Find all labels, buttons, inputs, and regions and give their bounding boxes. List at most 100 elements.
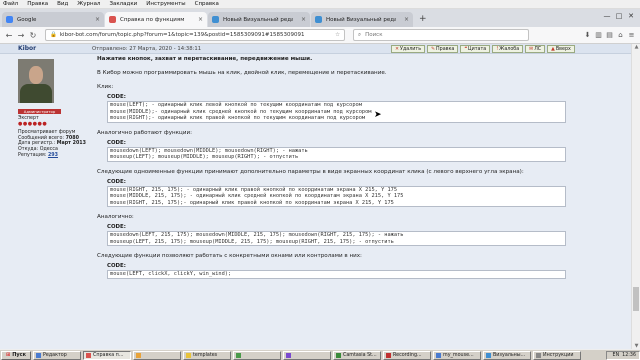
analog-text: Аналогично: (97, 214, 134, 220)
rep-label: Репутация: (18, 152, 47, 158)
address-bar[interactable]: 🔒 kibor-bot.com/forum/topic.php?forum=1&… (45, 29, 345, 41)
search-input[interactable]: ⌕ Поиск (353, 29, 529, 41)
user-panel: Администратор Эксперт ●●●●●● Просматрива… (0, 54, 90, 349)
scroll-up-icon[interactable]: ▲ (632, 44, 640, 50)
close-tab-icon[interactable]: × (404, 16, 409, 23)
taskbar-button[interactable]: Редактор (33, 350, 82, 360)
post-action-button[interactable]: ▲ Вверх (547, 45, 575, 53)
menu-item[interactable]: Журнал (77, 1, 100, 7)
forward-button[interactable]: → (15, 31, 27, 40)
post-action-icon: ✎ (431, 46, 436, 52)
taskbar-button[interactable]: Camtasia St... (333, 350, 382, 360)
downloads-icon[interactable]: ⬇ (582, 31, 593, 39)
search-placeholder: Поиск (365, 32, 383, 38)
post-action-button[interactable]: ! Жалоба (492, 45, 524, 53)
url-text: kibor-bot.com/forum/topic.php?forum=1&to… (59, 32, 305, 38)
app-icon (436, 352, 442, 358)
minimize-button[interactable]: — (601, 12, 613, 20)
tab-label: Google (17, 16, 37, 23)
taskbar-button[interactable]: Справка п... (83, 350, 132, 360)
page-scrollbar[interactable]: ▲ ▼ (631, 44, 640, 349)
code-block: mousedown(LEFT); mousedown(MIDDLE); mous… (107, 146, 566, 162)
taskbar-button[interactable] (233, 350, 282, 360)
post-date: Отправлено: 27 Марта, 2020 - 14:38:11 (92, 45, 202, 52)
taskbar-button[interactable]: Recording... (383, 350, 432, 360)
menu-item[interactable]: Закладки (109, 1, 137, 7)
home-button[interactable]: ⌂ (615, 31, 626, 39)
menu-item[interactable]: Инструменты (146, 1, 185, 7)
close-tab-icon[interactable]: × (301, 16, 306, 23)
close-tab-icon[interactable]: × (198, 16, 203, 23)
taskbar-button[interactable] (133, 350, 182, 360)
browser-tab[interactable]: Справка по функциям × (105, 12, 207, 27)
close-tab-icon[interactable]: × (95, 16, 100, 23)
reload-button[interactable]: ↻ (27, 31, 39, 40)
clock: 12:36 (622, 352, 636, 358)
rank-stars: ●●●●●● (18, 120, 48, 127)
taskbar-button[interactable] (283, 350, 332, 360)
reg-date: Март 2013 (56, 141, 86, 147)
app-icon (86, 352, 92, 358)
bookmark-star-icon[interactable]: ☆ (335, 32, 340, 38)
post-action-label: Вверх (555, 46, 571, 52)
windows-text: Следующие функции позволяют работать с к… (97, 253, 362, 259)
post-heading: Нажатие кнопок, захват и перетаскивание,… (97, 56, 313, 62)
taskbar-button[interactable]: templates (183, 350, 232, 360)
browser-tab[interactable]: Новый Визуальный редактор кл × (208, 12, 310, 27)
post-action-button[interactable]: ✎ Правка (427, 45, 459, 53)
analog-text: Аналогично работают функции: (97, 129, 193, 136)
language-indicator[interactable]: EN (613, 353, 620, 358)
menu-item[interactable]: Правка (27, 1, 48, 7)
menu-item[interactable]: Файл (3, 1, 18, 7)
browser-tab[interactable]: Новый Визуальный редактор кл × (311, 12, 413, 27)
taskbar: ⊞ Пуск Редактор Справка п... templates Camt… (0, 349, 640, 360)
tab-label: Новый Визуальный редактор кл (223, 16, 293, 23)
close-window-button[interactable]: ✕ (625, 12, 637, 20)
tab-label: Новый Визуальный редактор кл (326, 16, 396, 23)
code-block: mouse(LEFT, clickX, clickY, win_wind); (107, 270, 566, 279)
scrollbar-thumb[interactable] (633, 287, 639, 311)
app-icon (536, 352, 542, 358)
code-block: mouse(RIGHT, 215, 175); - одинарный клик… (107, 185, 566, 207)
menu-item[interactable]: Вид (57, 1, 68, 7)
post-header: Kibor Отправлено: 27 Марта, 2020 - 14:38… (0, 44, 631, 54)
avatar (18, 59, 54, 103)
taskbar-button[interactable]: Инструкции (533, 350, 582, 360)
sidebar-icon[interactable]: ▤ (604, 31, 615, 39)
code-line: mouseup(LEFT); mouseup(MIDDLE); mouseup(… (110, 154, 299, 160)
menu-icon[interactable]: ≡ (626, 31, 637, 39)
browser-tab[interactable]: Google × (2, 12, 104, 27)
lock-icon: 🔒 (50, 32, 57, 38)
taskbar-label: Camtasia St... (343, 352, 377, 358)
taskbar-button[interactable]: Визуальны... (483, 350, 532, 360)
start-label: Пуск (12, 352, 27, 358)
code-label: CODE: (107, 178, 126, 185)
app-icon (486, 352, 492, 358)
start-button[interactable]: ⊞ Пуск (1, 350, 32, 360)
menu-item[interactable]: Справка (195, 1, 219, 7)
params-text: Следующие одноименные функции принимают … (97, 168, 524, 175)
post-action-icon: ✕ (395, 46, 400, 52)
code-label: CODE: (107, 94, 126, 100)
taskbar-label: Редактор (43, 352, 67, 358)
post-action-button[interactable]: ❝ Цитата (460, 45, 491, 53)
code-line: mouse(RIGHT, 215, 175);- одинарный клик … (110, 199, 394, 206)
taskbar-button[interactable]: my_mouse... (433, 350, 482, 360)
tab-label: Справка по функциям (120, 16, 185, 23)
code-line: mouseup(LEFT, 215, 175); mouseup(MIDDLE,… (110, 238, 394, 245)
reputation-link[interactable]: 293 (48, 153, 58, 158)
menu-bar: Файл Правка Вид Журнал Закладки Инструменты Сп… (0, 0, 640, 9)
post-action-button[interactable]: ✉ ЛС (525, 45, 546, 53)
post-action-button[interactable]: ✕ Удалить (391, 45, 426, 53)
post-action-label: Цитата (467, 46, 487, 52)
post-author[interactable]: Kibor (0, 45, 92, 52)
intro-text: В Кибор можно программировать мышь на кл… (97, 70, 387, 76)
taskbar-label: Инструкции (543, 352, 574, 358)
library-icon[interactable]: ▥ (593, 31, 604, 39)
favicon-icon (6, 16, 13, 23)
post-action-icon: ▲ (551, 46, 555, 52)
back-button[interactable]: ← (3, 31, 15, 40)
window-controls: — □ ✕ (601, 12, 637, 20)
maximize-button[interactable]: □ (613, 12, 625, 20)
new-tab-button[interactable]: + (419, 14, 427, 24)
